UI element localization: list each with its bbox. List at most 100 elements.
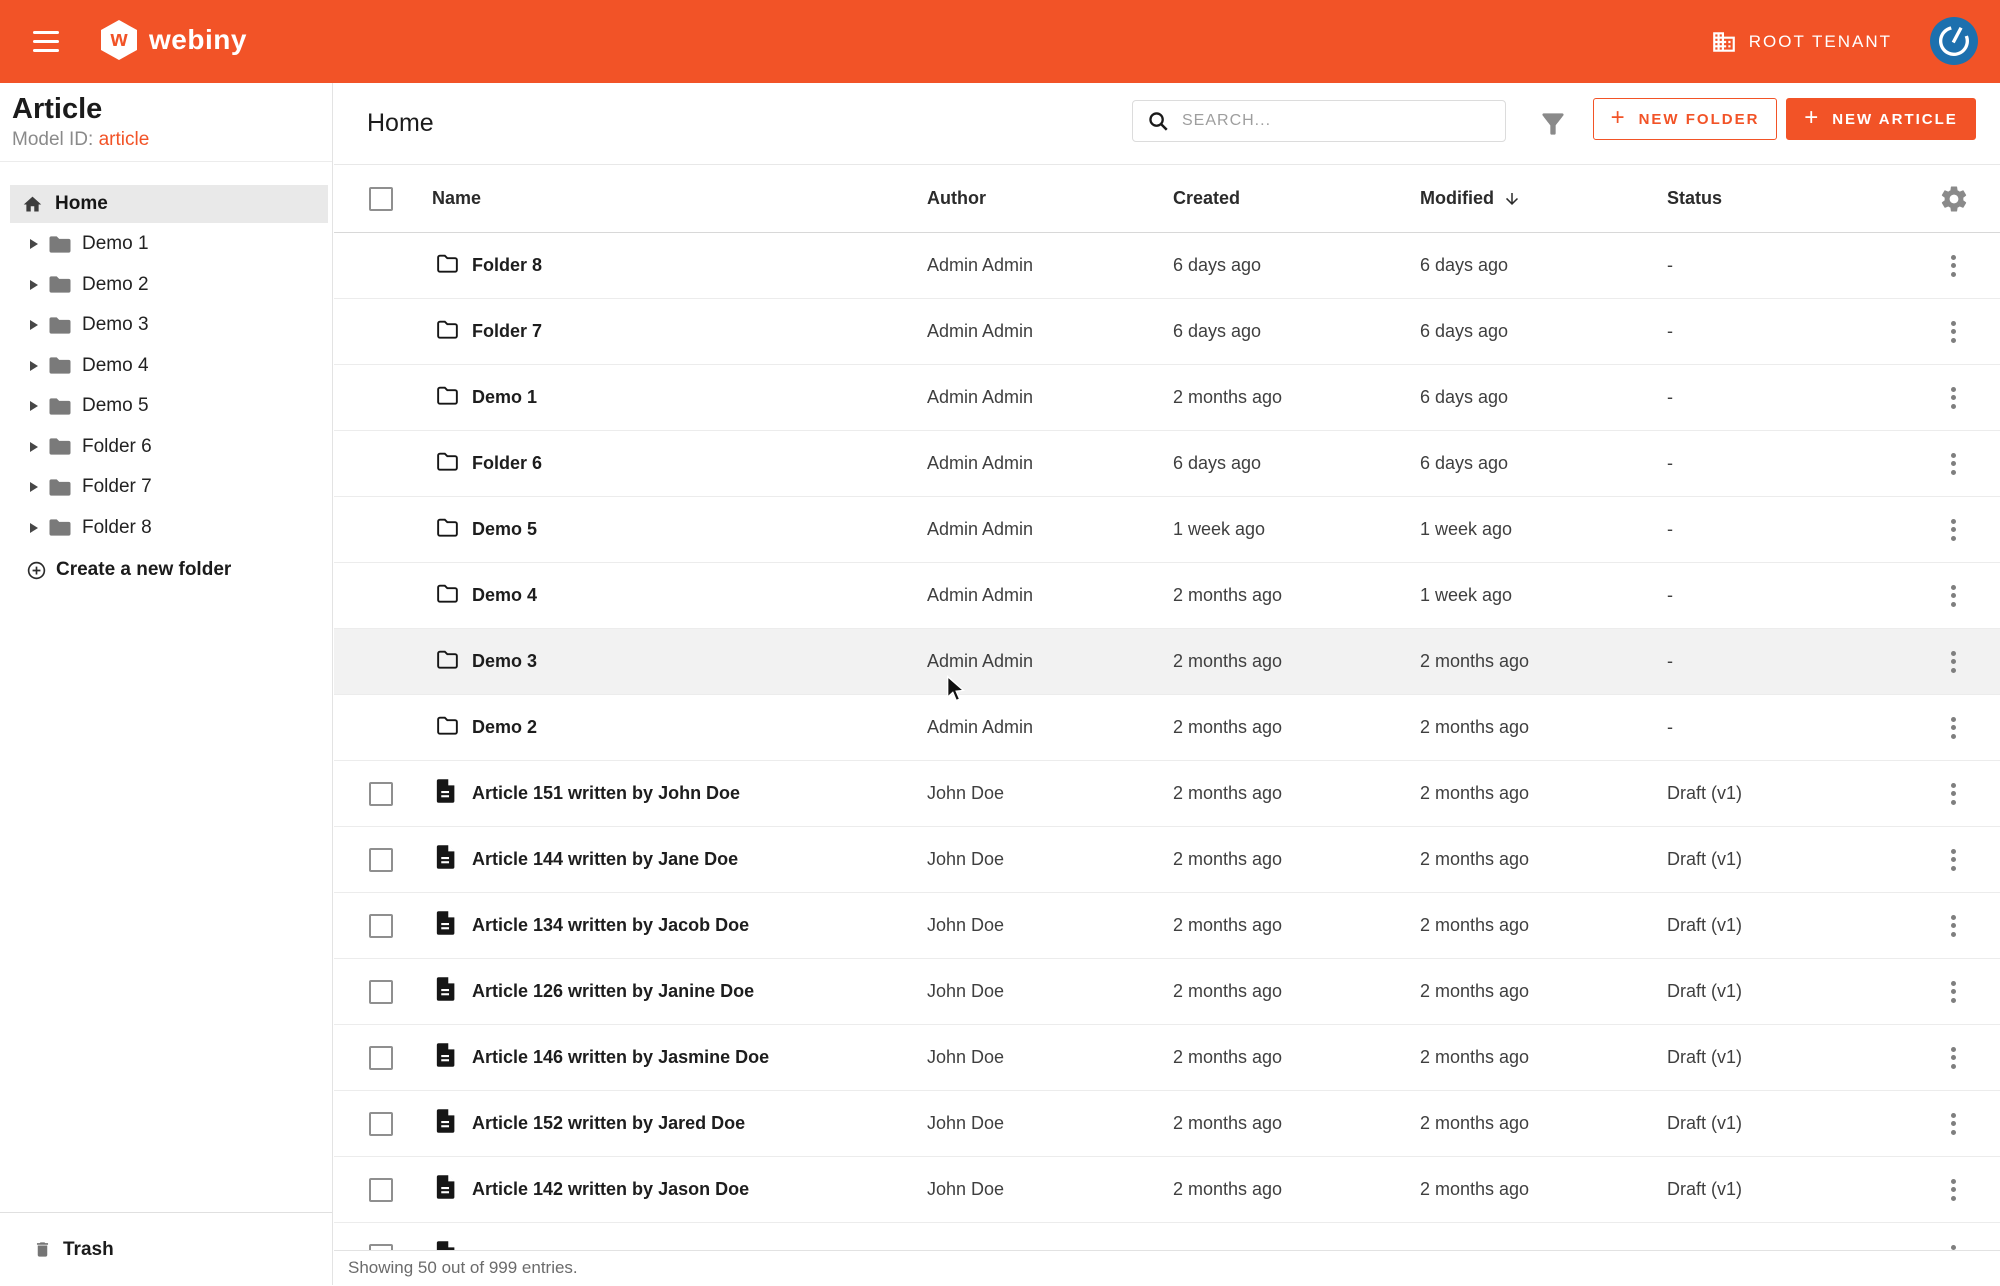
table-row[interactable]: Folder 8 Admin Admin 6 days ago 6 days a… (334, 233, 2000, 299)
folder-icon (436, 253, 459, 274)
row-created: 1 week ago (1173, 519, 1420, 540)
column-header-modified[interactable]: Modified (1420, 188, 1667, 209)
model-header: Article Model ID: article (0, 83, 332, 162)
row-created: 2 months ago (1173, 1113, 1420, 1134)
search-icon (1147, 110, 1170, 133)
kebab-menu-icon[interactable] (1945, 1173, 1962, 1207)
sidebar-folder-item[interactable]: Demo 3 (0, 305, 332, 346)
table-row[interactable]: Article 126 written by Janine Doe John D… (334, 959, 2000, 1025)
new-folder-button[interactable]: + NEW FOLDER (1593, 98, 1777, 140)
table-row[interactable]: Demo 5 Admin Admin 1 week ago 1 week ago… (334, 497, 2000, 563)
kebab-menu-icon[interactable] (1945, 777, 1962, 811)
row-checkbox[interactable] (369, 914, 393, 938)
row-name: Article 146 written by Jasmine Doe (472, 1047, 927, 1068)
row-checkbox[interactable] (369, 980, 393, 1004)
new-article-button[interactable]: + NEW ARTICLE (1786, 98, 1976, 140)
chevron-right-icon[interactable] (30, 401, 38, 411)
row-name: Folder 8 (472, 255, 927, 276)
folder-icon (436, 715, 459, 736)
chevron-right-icon[interactable] (30, 523, 38, 533)
row-status: Draft (v1) (1667, 1179, 1907, 1200)
row-created: 2 months ago (1173, 849, 1420, 870)
sidebar-folder-item[interactable]: Demo 1 (0, 224, 332, 265)
row-author: John Doe (927, 783, 1173, 804)
table-row[interactable]: Demo 1 Admin Admin 2 months ago 6 days a… (334, 365, 2000, 431)
table-row[interactable]: Demo 3 Admin Admin 2 months ago 2 months… (334, 629, 2000, 695)
kebab-menu-icon[interactable] (1945, 1041, 1962, 1075)
kebab-menu-icon[interactable] (1945, 315, 1962, 349)
trash-button[interactable]: Trash (33, 1213, 114, 1286)
row-modified: 6 days ago (1420, 321, 1667, 342)
row-modified: 6 days ago (1420, 453, 1667, 474)
create-folder-button[interactable]: Create a new folder (0, 550, 332, 590)
gear-icon[interactable] (1939, 184, 1969, 214)
kebab-menu-icon[interactable] (1945, 843, 1962, 877)
row-created: 6 days ago (1173, 453, 1420, 474)
row-checkbox[interactable] (369, 1178, 393, 1202)
sidebar-folder-item[interactable]: Demo 5 (0, 386, 332, 427)
chevron-right-icon[interactable] (30, 442, 38, 452)
kebab-menu-icon[interactable] (1945, 975, 1962, 1009)
chevron-right-icon[interactable] (30, 239, 38, 249)
hamburger-icon[interactable] (33, 31, 59, 52)
sidebar-item-home[interactable]: Home (10, 185, 328, 223)
table-row[interactable]: Folder 6 Admin Admin 6 days ago 6 days a… (334, 431, 2000, 497)
row-checkbox[interactable] (369, 848, 393, 872)
sidebar-folder-item[interactable]: Folder 8 (0, 508, 332, 549)
select-all-checkbox[interactable] (369, 187, 393, 211)
sidebar-footer: Trash (0, 1212, 332, 1285)
kebab-menu-icon[interactable] (1945, 579, 1962, 613)
tenant-selector[interactable]: ROOT TENANT (1711, 0, 1892, 83)
column-header-status[interactable]: Status (1667, 188, 1907, 209)
kebab-menu-icon[interactable] (1945, 447, 1962, 481)
table-row[interactable]: Article 134 written by Jacob Doe John Do… (334, 893, 2000, 959)
row-created: 2 months ago (1173, 585, 1420, 606)
table-row[interactable]: Article 151 written by John Doe John Doe… (334, 761, 2000, 827)
sidebar-folder-item[interactable]: Demo 4 (0, 346, 332, 387)
row-checkbox[interactable] (369, 1112, 393, 1136)
table-row[interactable]: Article 142 written by Jason Doe John Do… (334, 1157, 2000, 1223)
table-row[interactable]: Folder 7 Admin Admin 6 days ago 6 days a… (334, 299, 2000, 365)
search-input[interactable] (1182, 112, 1482, 130)
table-row[interactable]: Article 146 written by Jasmine Doe John … (334, 1025, 2000, 1091)
row-modified: 2 months ago (1420, 717, 1667, 738)
sidebar-folder-item[interactable]: Folder 6 (0, 427, 332, 468)
document-icon (436, 910, 457, 936)
table-row[interactable]: Demo 2 Admin Admin 2 months ago 2 months… (334, 695, 2000, 761)
row-name: Article 144 written by Jane Doe (472, 849, 927, 870)
chevron-right-icon[interactable] (30, 280, 38, 290)
row-name: Article 151 written by John Doe (472, 783, 927, 804)
table-row[interactable]: Article 144 written by Jane Doe John Doe… (334, 827, 2000, 893)
row-checkbox[interactable] (369, 782, 393, 806)
column-header-author[interactable]: Author (927, 188, 1173, 209)
row-name: Folder 7 (472, 321, 927, 342)
chevron-right-icon[interactable] (30, 482, 38, 492)
kebab-menu-icon[interactable] (1945, 645, 1962, 679)
kebab-menu-icon[interactable] (1945, 1107, 1962, 1141)
user-avatar[interactable] (1930, 17, 1978, 65)
row-checkbox[interactable] (369, 1046, 393, 1070)
row-author: Admin Admin (927, 519, 1173, 540)
webiny-logo[interactable]: w (101, 20, 137, 60)
kebab-menu-icon[interactable] (1945, 711, 1962, 745)
filter-funnel-icon[interactable] (1537, 107, 1569, 141)
sidebar-folder-item[interactable]: Folder 7 (0, 467, 332, 508)
table-row[interactable]: Demo 4 Admin Admin 2 months ago 1 week a… (334, 563, 2000, 629)
kebab-menu-icon[interactable] (1945, 513, 1962, 547)
chevron-right-icon[interactable] (30, 361, 38, 371)
row-modified: 1 week ago (1420, 585, 1667, 606)
row-author: Admin Admin (927, 717, 1173, 738)
row-name: Article 142 written by Jason Doe (472, 1179, 927, 1200)
kebab-menu-icon[interactable] (1945, 249, 1962, 283)
column-header-created[interactable]: Created (1173, 188, 1420, 209)
kebab-menu-icon[interactable] (1945, 381, 1962, 415)
folder-icon (48, 397, 72, 416)
table-row[interactable]: Article 152 written by Jared Doe John Do… (334, 1091, 2000, 1157)
table-header: Name Author Created Modified Status (334, 165, 2000, 233)
kebab-menu-icon[interactable] (1945, 909, 1962, 943)
row-status: - (1667, 519, 1907, 540)
column-header-name[interactable]: Name (432, 188, 927, 209)
sidebar-folder-item[interactable]: Demo 2 (0, 265, 332, 306)
row-modified: 1 week ago (1420, 519, 1667, 540)
chevron-right-icon[interactable] (30, 320, 38, 330)
